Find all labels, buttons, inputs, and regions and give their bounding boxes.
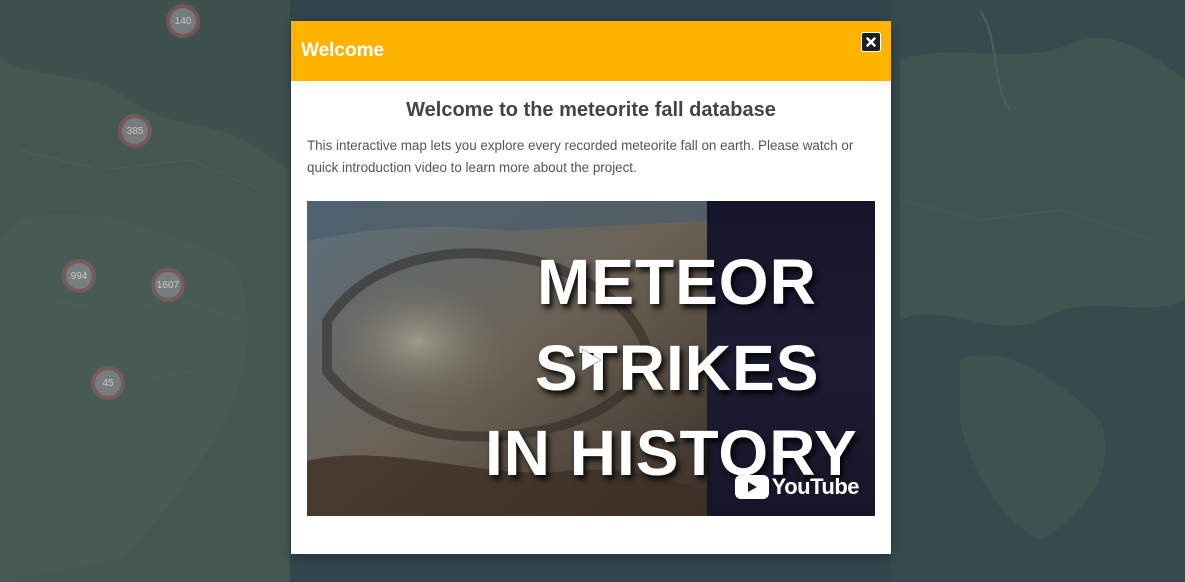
close-button[interactable] [861,32,881,52]
play-icon [581,348,602,372]
intro-video[interactable]: METEOR STRIKES IN HISTORY YouTube [307,201,875,516]
welcome-modal: Welcome Welcome to the meteorite fall da… [291,21,891,554]
intro-text: This interactive map lets you explore ev… [307,138,854,175]
modal-title: Welcome [301,40,385,61]
cluster-count: 1607 [155,272,181,298]
youtube-logo-icon [734,475,769,499]
cluster-count: 385 [122,118,148,144]
youtube-watermark[interactable]: YouTube [734,474,860,500]
cluster-count: 140 [170,8,196,34]
cluster-count: 45 [95,370,121,396]
map-cluster-marker[interactable]: 1607 [151,268,185,302]
video-title-line1: METEOR [537,246,817,318]
youtube-label: YouTube [771,474,860,499]
map-cluster-marker[interactable]: 994 [62,259,96,293]
modal-headline: Welcome to the meteorite fall database [406,99,776,121]
cluster-count: 994 [66,263,92,289]
modal-header: Welcome [291,21,891,81]
close-icon [866,37,876,47]
map-cluster-marker[interactable]: 385 [118,114,152,148]
map-cluster-marker[interactable]: 140 [166,4,200,38]
map-cluster-marker[interactable]: 45 [91,366,125,400]
play-button[interactable] [576,345,606,375]
modal-body: Welcome to the meteorite fall database T… [291,99,891,179]
